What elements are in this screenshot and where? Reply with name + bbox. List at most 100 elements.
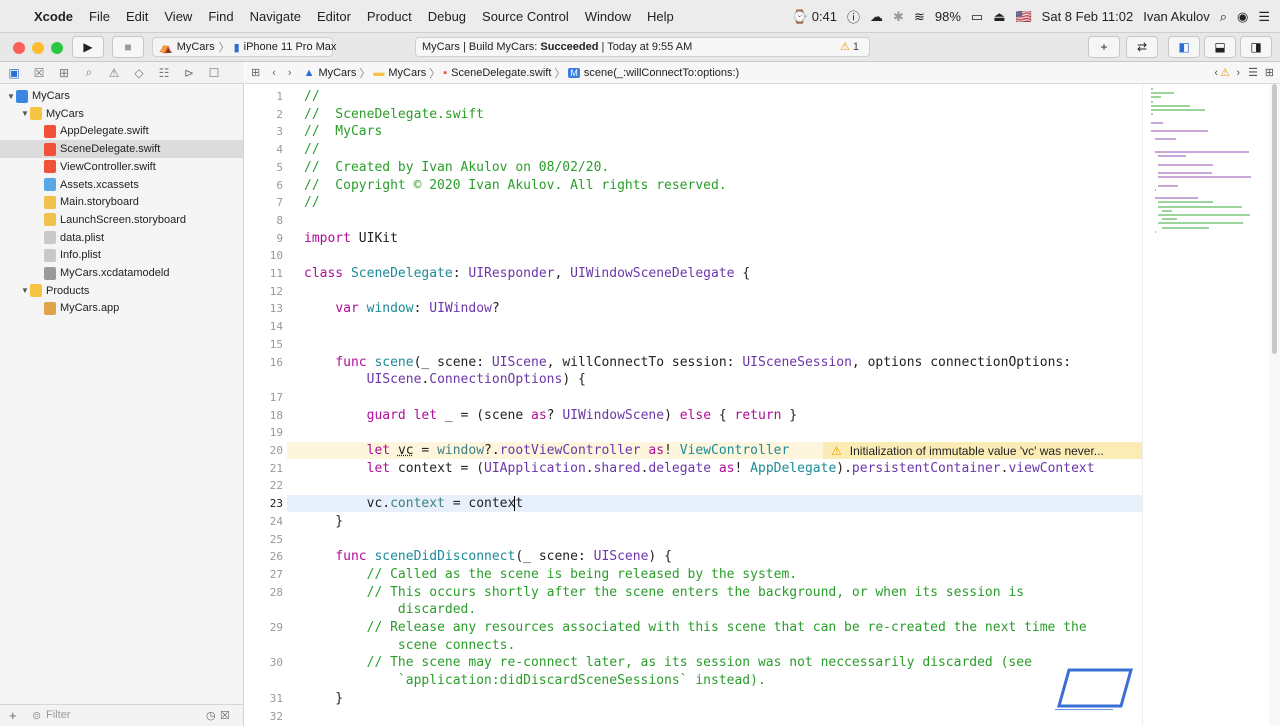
- test-navigator-icon[interactable]: ◇: [131, 66, 147, 80]
- split-editor-icon[interactable]: ⊞: [1265, 66, 1274, 79]
- battery-time-icon[interactable]: ⌚ 0:41: [792, 9, 837, 25]
- code-line[interactable]: scene connects.: [304, 637, 515, 654]
- vertical-scrollbar[interactable]: [1269, 84, 1280, 726]
- battery-percent[interactable]: 98%: [935, 9, 961, 24]
- line-number[interactable]: 22: [245, 479, 283, 492]
- navigator-item[interactable]: ▼ MyCars: [0, 105, 243, 123]
- code-line[interactable]: // Created by Ivan Akulov on 08/02/20.: [304, 159, 609, 176]
- issue-navigator-icon[interactable]: ⚠: [106, 66, 122, 80]
- line-number[interactable]: 9: [245, 232, 283, 245]
- minimize-window-button[interactable]: [32, 42, 44, 54]
- library-button[interactable]: +: [1088, 36, 1120, 58]
- line-number[interactable]: 31: [245, 692, 283, 705]
- code-review-button[interactable]: ⇄: [1126, 36, 1158, 58]
- navigator-item[interactable]: SceneDelegate.swift: [0, 140, 243, 159]
- toggle-inspector-button[interactable]: ◨: [1240, 36, 1272, 58]
- source-control-navigator-icon[interactable]: ☒: [31, 66, 47, 80]
- battery-icon[interactable]: ▭: [971, 9, 983, 25]
- line-number[interactable]: 8: [245, 214, 283, 227]
- line-number[interactable]: 30: [245, 656, 283, 669]
- line-number[interactable]: 24: [245, 515, 283, 528]
- issue-nav-forward-icon[interactable]: ›: [1236, 67, 1240, 79]
- line-number[interactable]: 25: [245, 533, 283, 546]
- menu-edit[interactable]: Edit: [126, 9, 148, 24]
- line-number[interactable]: 13: [245, 302, 283, 315]
- line-number[interactable]: 29: [245, 621, 283, 634]
- code-line[interactable]: // MyCars: [304, 123, 382, 140]
- code-line[interactable]: }: [304, 690, 343, 707]
- navigator-item[interactable]: ▼ Products: [0, 282, 243, 300]
- info-icon[interactable]: ⓘ: [847, 7, 860, 26]
- breadcrumb-symbol[interactable]: scene(_:willConnectTo:options:): [584, 67, 739, 79]
- code-line[interactable]: //: [304, 194, 320, 211]
- creative-cloud-icon[interactable]: ☁: [870, 9, 883, 25]
- toggle-debug-area-button[interactable]: ⬓: [1204, 36, 1236, 58]
- siri-icon[interactable]: ◉: [1237, 9, 1248, 25]
- wifi-icon[interactable]: ≋: [914, 9, 925, 25]
- forward-arrow-icon[interactable]: ›: [288, 67, 292, 79]
- navigator-item[interactable]: Info.plist: [0, 246, 243, 264]
- line-number[interactable]: 21: [245, 462, 283, 475]
- line-number[interactable]: 10: [245, 249, 283, 262]
- line-number[interactable]: 20: [245, 444, 283, 457]
- navigator-item[interactable]: ▼ MyCars: [0, 87, 243, 105]
- code-line[interactable]: let vc = window?.rootViewController as! …: [304, 442, 790, 459]
- navigator-item[interactable]: data.plist: [0, 229, 243, 247]
- code-line[interactable]: vc.context = context: [304, 495, 523, 512]
- code-line[interactable]: class SceneDelegate: UIResponder, UIWind…: [304, 265, 750, 282]
- source-editor[interactable]: 1 2 3 4 5 6 7 8 9 10 11 12 13 14 15 16 17 18 19 20 21 22 23 24 2…: [245, 84, 1280, 726]
- report-navigator-icon[interactable]: ☐: [206, 66, 222, 80]
- navigator-item[interactable]: MyCars.xcdatamodeld: [0, 264, 243, 282]
- device-name[interactable]: iPhone 11 Pro Max: [244, 41, 337, 53]
- scm-filter-icon[interactable]: ☒: [220, 709, 230, 722]
- toggle-navigator-button[interactable]: ◧: [1168, 36, 1200, 58]
- debug-navigator-icon[interactable]: ☷: [156, 66, 172, 80]
- code-line[interactable]: `application:didDiscardSceneSessions` in…: [304, 672, 766, 689]
- close-window-button[interactable]: [13, 42, 25, 54]
- line-number[interactable]: 23: [245, 497, 283, 510]
- warning-icon[interactable]: ⚠: [1220, 66, 1230, 79]
- warning-count-badge[interactable]: ⚠ 1: [840, 40, 859, 53]
- navigator-item[interactable]: AppDelegate.swift: [0, 122, 243, 140]
- disclosure-triangle-icon[interactable]: ▼: [20, 109, 30, 118]
- menu-product[interactable]: Product: [367, 9, 412, 24]
- zoom-window-button[interactable]: [51, 42, 63, 54]
- code-line[interactable]: // The scene may re-connect later, as it…: [304, 654, 1032, 671]
- breadcrumb-file[interactable]: SceneDelegate.swift: [451, 67, 551, 79]
- code-line[interactable]: import UIKit: [304, 230, 398, 247]
- line-number[interactable]: 32: [245, 710, 283, 723]
- code-line[interactable]: // SceneDelegate.swift: [304, 106, 484, 123]
- inline-warning[interactable]: ⚠ Initialization of immutable value 'vc'…: [823, 442, 1142, 459]
- back-arrow-icon[interactable]: ‹: [272, 67, 276, 79]
- line-number[interactable]: 27: [245, 568, 283, 581]
- code-line[interactable]: discarded.: [304, 601, 476, 618]
- navigator-item[interactable]: Assets.xcassets: [0, 176, 243, 194]
- code-line[interactable]: func sceneDidDisconnect(_ scene: UIScene…: [304, 548, 672, 565]
- line-number[interactable]: 17: [245, 391, 283, 404]
- find-navigator-icon[interactable]: ⌕: [81, 65, 97, 80]
- spotlight-icon[interactable]: ⌕: [1220, 9, 1227, 25]
- code-line[interactable]: UIScene.ConnectionOptions) {: [304, 371, 586, 388]
- menu-window[interactable]: Window: [585, 9, 631, 24]
- line-number[interactable]: 3: [245, 125, 283, 138]
- related-items-icon[interactable]: ⊞: [251, 66, 260, 79]
- project-navigator-icon[interactable]: ▣: [6, 66, 22, 80]
- line-number[interactable]: 4: [245, 143, 283, 156]
- breadcrumb-project[interactable]: MyCars: [318, 67, 356, 79]
- line-number[interactable]: 14: [245, 320, 283, 333]
- editor-options-icon[interactable]: ☰: [1248, 66, 1258, 79]
- issue-nav-back-icon[interactable]: ‹: [1214, 67, 1218, 79]
- recent-files-icon[interactable]: ◷: [206, 709, 216, 722]
- eject-icon[interactable]: ⏏: [993, 9, 1005, 25]
- clock[interactable]: Sat 8 Feb 11:02: [1042, 9, 1134, 24]
- user-name[interactable]: Ivan Akulov: [1143, 9, 1210, 24]
- minimap[interactable]: [1142, 84, 1268, 726]
- code-line[interactable]: //: [304, 88, 320, 105]
- line-number[interactable]: 1: [245, 90, 283, 103]
- symbol-navigator-icon[interactable]: ⊞: [56, 66, 72, 80]
- line-number[interactable]: 6: [245, 179, 283, 192]
- scheme-selector[interactable]: ⛺ MyCars 〉 ▮ iPhone 11 Pro Max: [152, 37, 336, 57]
- menu-navigate[interactable]: Navigate: [250, 9, 301, 24]
- code-line[interactable]: var window: UIWindow?: [304, 300, 499, 317]
- breakpoint-navigator-icon[interactable]: ⊳: [181, 66, 197, 80]
